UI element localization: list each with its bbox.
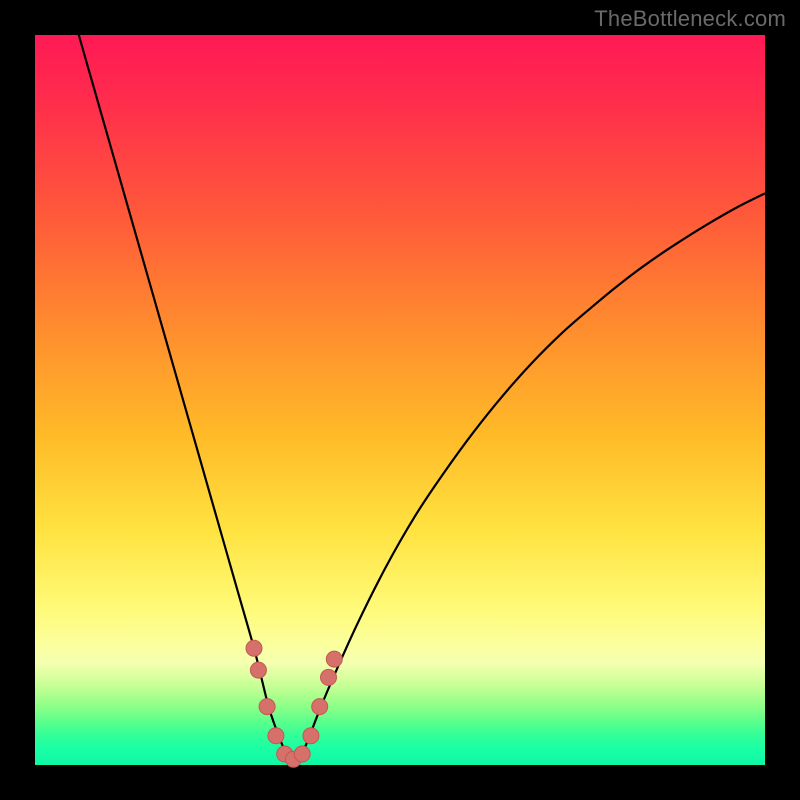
curve-marker [303,728,319,744]
chart-frame: TheBottleneck.com [0,0,800,800]
curve-marker [312,699,328,715]
bottleneck-curve [79,35,765,759]
curve-marker [268,728,284,744]
curve-marker [321,669,337,685]
curve-marker [250,662,266,678]
chart-svg [35,35,765,765]
curve-markers [246,640,342,767]
curve-marker [294,746,310,762]
curve-marker [246,640,262,656]
watermark-text: TheBottleneck.com [594,6,786,32]
curve-marker [326,651,342,667]
curve-marker [259,699,275,715]
